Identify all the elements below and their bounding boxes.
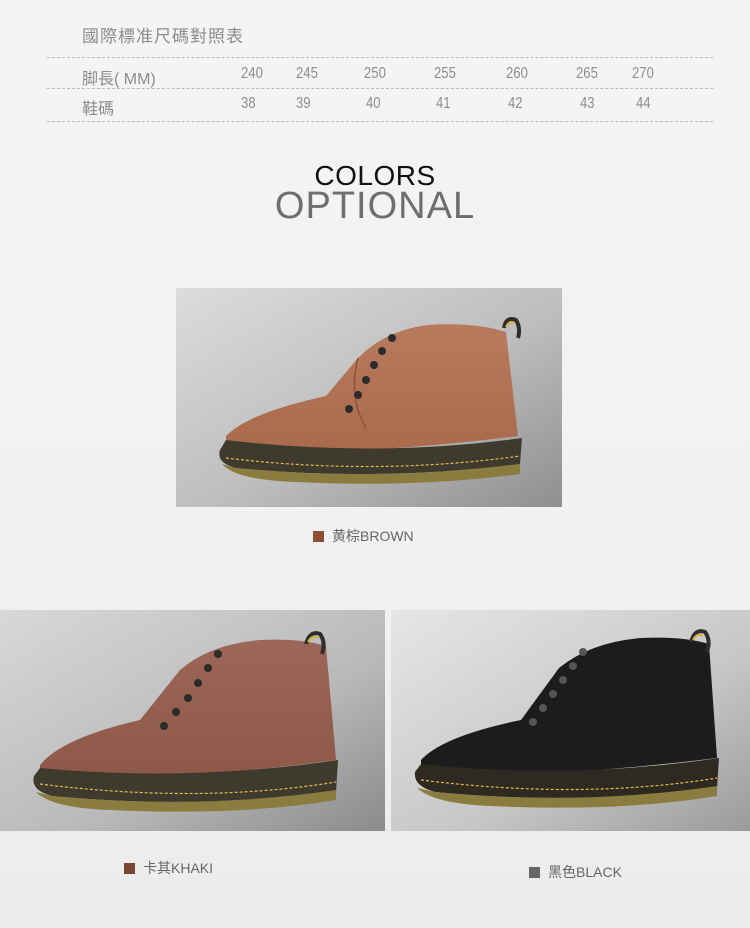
boot-photo-khaki: [0, 610, 385, 831]
table-cell: 38: [241, 95, 256, 112]
table-cell: 240: [241, 65, 263, 82]
table-cell: 265: [576, 65, 598, 82]
variant-label-brown: 黄棕BROWN: [313, 526, 414, 546]
row-label-shoe-size: 鞋碼: [82, 101, 115, 118]
boot-photo-black: [391, 610, 750, 831]
optional-heading: OPTIONAL: [274, 185, 476, 227]
table-cell: 270: [632, 65, 654, 82]
divider: [47, 88, 713, 89]
color-swatch: [124, 862, 135, 874]
color-swatch: [529, 866, 540, 878]
table-cell: 260: [506, 65, 528, 82]
table-cell: 39: [296, 95, 311, 112]
boot-photo-brown: [176, 288, 562, 507]
table-row: 脚長( MM) 240 245 250 255 260 265 270: [0, 63, 750, 88]
color-swatch: [313, 530, 324, 542]
table-cell: 43: [580, 95, 595, 112]
variant-name: 卡其KHAKI: [143, 860, 214, 876]
variant-name: 黄棕BROWN: [332, 528, 414, 544]
variant-label-black: 黑色BLACK: [529, 862, 622, 882]
table-cell: 255: [434, 65, 456, 82]
table-cell: 41: [436, 95, 451, 112]
table-cell: 40: [366, 95, 381, 112]
table-cell: 44: [636, 95, 651, 112]
variant-name: 黑色BLACK: [548, 864, 622, 880]
divider: [47, 121, 713, 122]
table-row: 鞋碼 38 39 40 41 42 43 44: [0, 93, 750, 118]
row-label-foot-length: 脚長( MM): [82, 71, 156, 88]
table-cell: 245: [296, 65, 318, 82]
size-chart-title: 國際標准尺碼對照表: [82, 27, 244, 46]
variant-label-khaki: 卡其KHAKI: [124, 858, 213, 878]
divider: [47, 57, 713, 58]
table-cell: 250: [364, 65, 386, 82]
table-cell: 42: [508, 95, 523, 112]
